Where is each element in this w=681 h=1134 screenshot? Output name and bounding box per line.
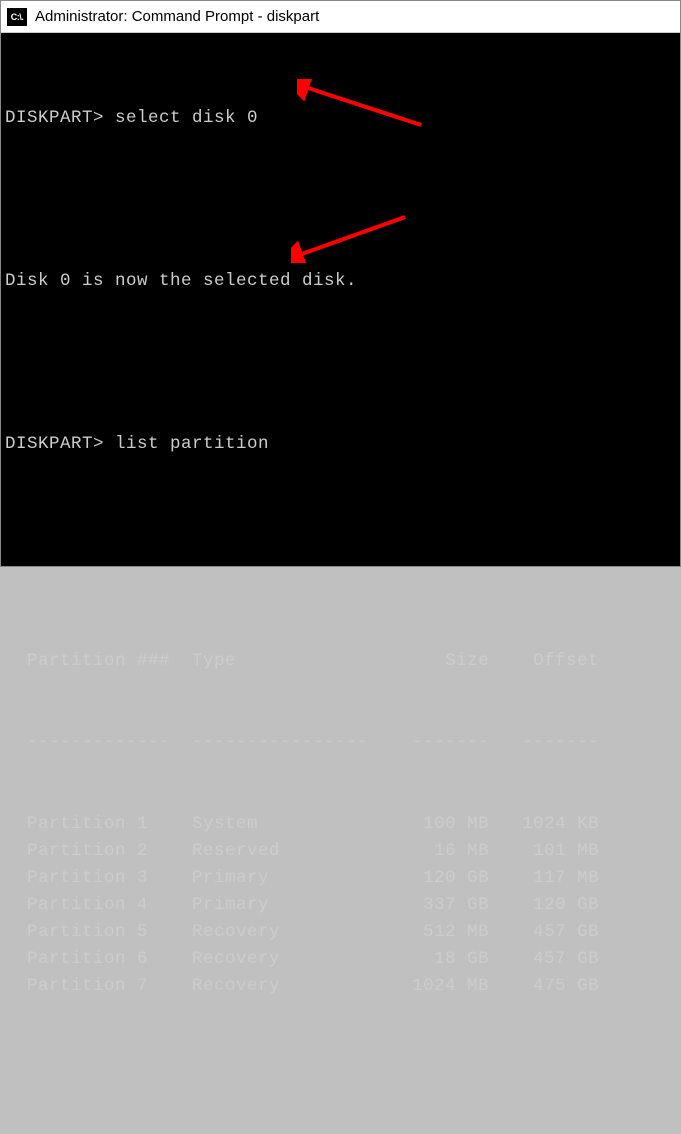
- table-header: Partition ### Type Size Offset: [5, 648, 680, 675]
- window-titlebar[interactable]: C:\. Administrator: Command Prompt - dis…: [1, 1, 680, 33]
- cmd-list-partition: list partition: [115, 434, 269, 454]
- response-line: Disk 0 is now the selected disk.: [5, 268, 680, 295]
- table-row: Partition 4 Primary 337 GB 120 GB: [5, 892, 680, 919]
- partition-table: Partition ### Type Size Offset ---------…: [5, 594, 680, 1055]
- table-row: Partition 7 Recovery 1024 MB 475 GB: [5, 973, 680, 1000]
- prompt: DISKPART>: [5, 108, 104, 128]
- cmd-icon: C:\.: [7, 8, 27, 26]
- table-row: Partition 1 System 100 MB 1024 KB: [5, 811, 680, 838]
- table-divider: ------------- ---------------- ------- -…: [5, 729, 680, 756]
- table-row: Partition 3 Primary 120 GB 117 MB: [5, 865, 680, 892]
- table-row: Partition 6 Recovery 18 GB 457 GB: [5, 946, 680, 973]
- table-row: Partition 5 Recovery 512 MB 457 GB: [5, 919, 680, 946]
- prompt: DISKPART>: [5, 434, 104, 454]
- window-title: Administrator: Command Prompt - diskpart: [35, 8, 319, 25]
- table-row: Partition 2 Reserved 16 MB 101 MB: [5, 838, 680, 865]
- cmd-select-disk: select disk 0: [115, 108, 258, 128]
- terminal-area[interactable]: DISKPART> select disk 0 Disk 0 is now th…: [1, 33, 680, 566]
